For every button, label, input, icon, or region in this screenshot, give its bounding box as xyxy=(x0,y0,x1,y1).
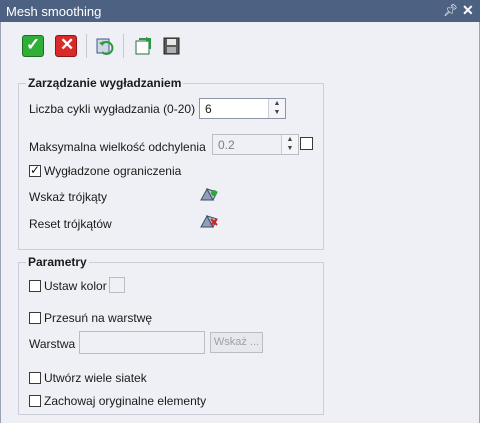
window-title: Mesh smoothing xyxy=(6,4,102,19)
layer-input[interactable] xyxy=(79,331,205,354)
refresh-icon xyxy=(96,38,114,55)
cycles-stepper[interactable]: 6 ▲ ▼ xyxy=(199,98,286,119)
reset-triangles-label: Reset trójkątów xyxy=(29,217,112,231)
save-button[interactable] xyxy=(160,35,182,57)
multi-mesh-label: Utwórz wiele siatek xyxy=(44,371,147,385)
smoothed-constraints-label: Wygładzone ograniczenia xyxy=(44,164,182,178)
ok-button[interactable]: ✓ xyxy=(22,35,44,57)
set-color-checkbox[interactable] xyxy=(29,280,41,292)
cycles-value: 6 xyxy=(205,102,212,116)
max-deviation-label: Maksymalna wielkość odchylenia xyxy=(29,140,206,154)
smoothed-constraints-checkbox[interactable] xyxy=(29,163,41,177)
max-deviation-checkbox[interactable] xyxy=(300,137,313,150)
save-icon xyxy=(163,37,180,55)
set-color-label: Ustaw kolor xyxy=(44,279,107,293)
multi-mesh-checkbox[interactable] xyxy=(29,372,41,384)
pin-icon[interactable]: 📌︎ xyxy=(443,3,458,17)
triangles-reset-icon xyxy=(200,214,218,229)
max-deviation-stepper[interactable]: 0.2 ▲ ▼ xyxy=(212,134,299,155)
export-icon xyxy=(135,37,151,55)
select-triangles-button[interactable] xyxy=(199,186,219,202)
select-layer-button[interactable]: Wskaż ... xyxy=(210,332,263,353)
color-swatch[interactable] xyxy=(109,277,125,293)
window-titlebar: Mesh smoothing 📌︎ ✕ xyxy=(0,0,480,22)
layer-label: Warstwa xyxy=(29,337,76,351)
keep-original-checkbox[interactable] xyxy=(29,395,41,407)
select-layer-button-label: Wskaż ... xyxy=(213,336,260,348)
cycles-label: Liczba cykli wygładzania (0-20) xyxy=(29,102,196,116)
stepper-arrows-icon[interactable]: ▲ ▼ xyxy=(281,135,298,154)
triangles-select-icon xyxy=(200,187,218,202)
params-legend: Parametry xyxy=(26,255,89,269)
stepper-arrows-icon[interactable]: ▲ ▼ xyxy=(268,99,285,118)
select-triangles-label: Wskaż trójkąty xyxy=(29,190,108,204)
max-deviation-value: 0.2 xyxy=(218,138,235,152)
x-icon: ✕ xyxy=(60,35,75,54)
export-button[interactable] xyxy=(132,35,154,57)
move-layer-label: Przesuń na warstwę xyxy=(44,311,153,325)
toolbar-separator xyxy=(86,34,87,58)
keep-original-label: Zachowaj oryginalne elementy xyxy=(44,394,207,408)
reset-triangles-button[interactable] xyxy=(199,213,219,229)
toolbar-separator xyxy=(123,34,124,58)
smoothing-legend: Zarządzanie wygładzaniem xyxy=(26,76,184,90)
refresh-button[interactable] xyxy=(94,35,116,57)
close-icon[interactable]: ✕ xyxy=(462,2,474,19)
check-icon: ✓ xyxy=(26,35,41,54)
cancel-button[interactable]: ✕ xyxy=(55,35,77,57)
move-layer-checkbox[interactable] xyxy=(29,312,41,324)
